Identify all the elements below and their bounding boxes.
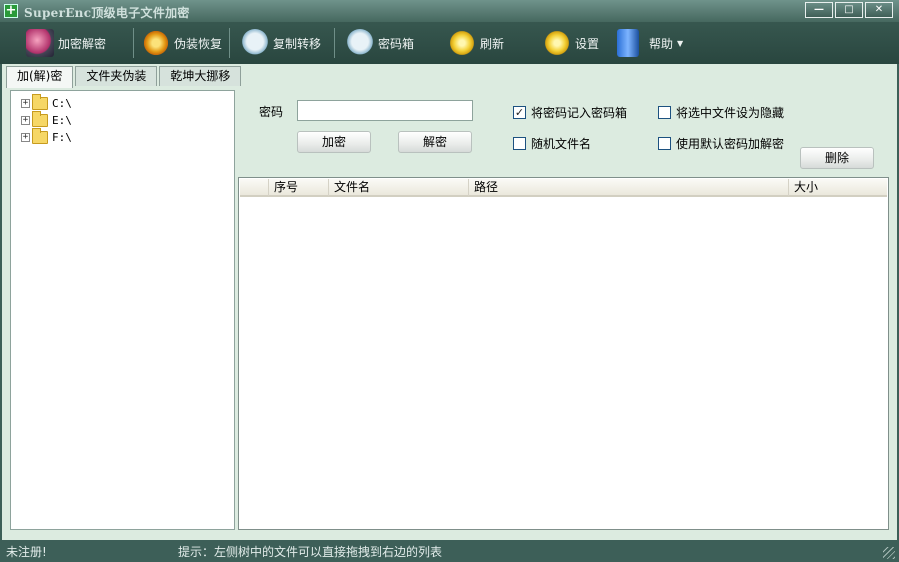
checkbox-box[interactable] [658, 137, 671, 150]
encrypt-button[interactable]: 加密 [297, 131, 371, 153]
tree-node-e[interactable]: + E:\ [21, 111, 72, 129]
checkbox-box[interactable]: ✓ [513, 106, 526, 119]
checkbox-box[interactable] [658, 106, 671, 119]
sun-icon [448, 29, 476, 57]
folder-icon [32, 111, 48, 127]
toolbar-encrypt-decrypt[interactable]: 加密解密 [26, 22, 106, 64]
expand-icon[interactable]: + [21, 133, 30, 142]
toolbar-label: 密码箱 [378, 36, 415, 51]
chevron-down-icon: ▼ [677, 38, 684, 48]
sun-icon [543, 29, 571, 57]
random-filename-checkbox[interactable]: 随机文件名 [513, 135, 591, 152]
expand-icon[interactable]: + [21, 116, 30, 125]
tab-folder-disguise[interactable]: 文件夹伪装 [75, 66, 158, 86]
drive-label: C:\ [52, 97, 72, 110]
toolbar-label: 帮助 [649, 36, 674, 51]
file-list[interactable]: 序号 文件名 路径 大小 [238, 177, 889, 530]
window-title: SuperEnc顶级电子文件加密 [24, 6, 190, 20]
save-password-checkbox[interactable]: ✓ 将密码记入密码箱 [513, 104, 627, 121]
checkbox-label: 将选中文件设为隐藏 [676, 106, 785, 120]
drive-label: E:\ [52, 114, 72, 127]
checkbox-box[interactable] [513, 137, 526, 150]
toolbar-label: 复制转移 [273, 36, 322, 51]
toolbar-settings[interactable]: 设置 [543, 22, 599, 64]
toolbar-label: 伪装恢复 [174, 36, 223, 51]
checkbox-label: 随机文件名 [531, 137, 592, 151]
toolbar-label: 设置 [575, 36, 600, 51]
title-bar: + SuperEnc顶级电子文件加密 — □ ✕ [0, 0, 899, 22]
toolbar-refresh[interactable]: 刷新 [448, 22, 504, 64]
column-size[interactable]: 大小 [788, 179, 887, 196]
column-filename[interactable]: 文件名 [328, 179, 468, 196]
hide-file-checkbox[interactable]: 将选中文件设为隐藏 [658, 104, 784, 121]
resize-grip-icon[interactable] [883, 547, 895, 559]
checkbox-label: 使用默认密码加解密 [676, 137, 785, 151]
tab-big-move[interactable]: 乾坤大挪移 [159, 66, 242, 86]
expand-icon[interactable]: + [21, 99, 30, 108]
maximize-button[interactable]: □ [835, 2, 863, 18]
folder-icon [32, 128, 48, 144]
toolbar-label: 加密解密 [58, 36, 107, 51]
minimize-button[interactable]: — [805, 2, 833, 18]
tab-encrypt-decrypt[interactable]: 加(解)密 [6, 66, 74, 88]
bear-icon [241, 29, 269, 57]
drive-label: F:\ [52, 131, 72, 144]
gear-icon [142, 29, 170, 57]
list-header: 序号 文件名 路径 大小 [240, 179, 887, 197]
toolbar-divider [133, 28, 134, 58]
tree-node-f[interactable]: + F:\ [21, 128, 72, 146]
folder-icon [32, 94, 48, 110]
bear-icon [346, 29, 374, 57]
toolbar-help[interactable]: 帮助 ▼ [617, 22, 683, 64]
toolbar-divider [334, 28, 335, 58]
window-controls: — □ ✕ [805, 2, 893, 18]
toolbar-password-box[interactable]: 密码箱 [346, 22, 414, 64]
options-panel: 密码 加密 解密 ✓ 将密码记入密码箱 将选中文件设为隐藏 随机文件名 使用默认… [238, 90, 889, 174]
tree-node-c[interactable]: + C:\ [21, 94, 72, 112]
toolbar: 加密解密 伪装恢复 复制转移 密码箱 刷新 设置 帮助 ▼ [0, 22, 899, 64]
registration-status: 未注册! [6, 545, 47, 559]
toolbar-copy-move[interactable]: 复制转移 [241, 22, 321, 64]
password-input[interactable] [297, 100, 473, 121]
default-password-checkbox[interactable]: 使用默认密码加解密 [658, 135, 784, 152]
box-icon [617, 29, 639, 57]
column-index[interactable]: 序号 [268, 179, 328, 196]
toolbar-divider [229, 28, 230, 58]
password-label: 密码 [259, 105, 284, 119]
toolbar-disguise-restore[interactable]: 伪装恢复 [142, 22, 222, 64]
pc-icon [26, 29, 54, 57]
main-panel: 加(解)密 文件夹伪装 乾坤大挪移 + C:\ + E:\ + F:\ 密码 加… [2, 64, 897, 540]
status-bar: 未注册! 提示：左侧树中的文件可以直接拖拽到右边的列表 [0, 540, 899, 562]
close-button[interactable]: ✕ [865, 2, 893, 18]
toolbar-label: 刷新 [480, 36, 505, 51]
folder-tree[interactable]: + C:\ + E:\ + F:\ [10, 90, 235, 530]
app-plus-icon: + [4, 3, 18, 18]
checkbox-label: 将密码记入密码箱 [531, 106, 628, 120]
delete-button[interactable]: 删除 [800, 147, 874, 169]
column-path[interactable]: 路径 [468, 179, 788, 196]
decrypt-button[interactable]: 解密 [398, 131, 472, 153]
tab-strip: 加(解)密 文件夹伪装 乾坤大挪移 [6, 66, 242, 88]
status-hint: 提示：左侧树中的文件可以直接拖拽到右边的列表 [178, 545, 443, 559]
